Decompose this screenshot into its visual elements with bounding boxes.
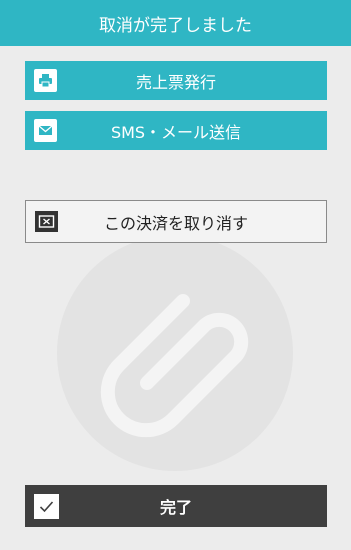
header-bar: 取消が完了しました <box>0 0 351 46</box>
paperclip-watermark-icon <box>57 235 293 471</box>
cancel-payment-icon <box>35 211 58 232</box>
send-sms-email-label: SMS・メール送信 <box>110 122 242 142</box>
issue-receipt-button[interactable]: 売上票発行 <box>25 61 327 100</box>
done-button[interactable]: 完了 <box>25 485 327 527</box>
cancel-payment-label: この決済を取り消す <box>103 213 248 233</box>
page-title: 取消が完了しました <box>99 15 252 36</box>
printer-icon <box>34 69 57 92</box>
cancel-payment-button[interactable]: この決済を取り消す <box>25 200 327 243</box>
envelope-icon <box>34 119 57 142</box>
checkmark-icon <box>34 493 59 519</box>
send-sms-email-button[interactable]: SMS・メール送信 <box>25 111 327 150</box>
done-label: 完了 <box>159 498 192 517</box>
issue-receipt-label: 売上票発行 <box>135 72 216 92</box>
